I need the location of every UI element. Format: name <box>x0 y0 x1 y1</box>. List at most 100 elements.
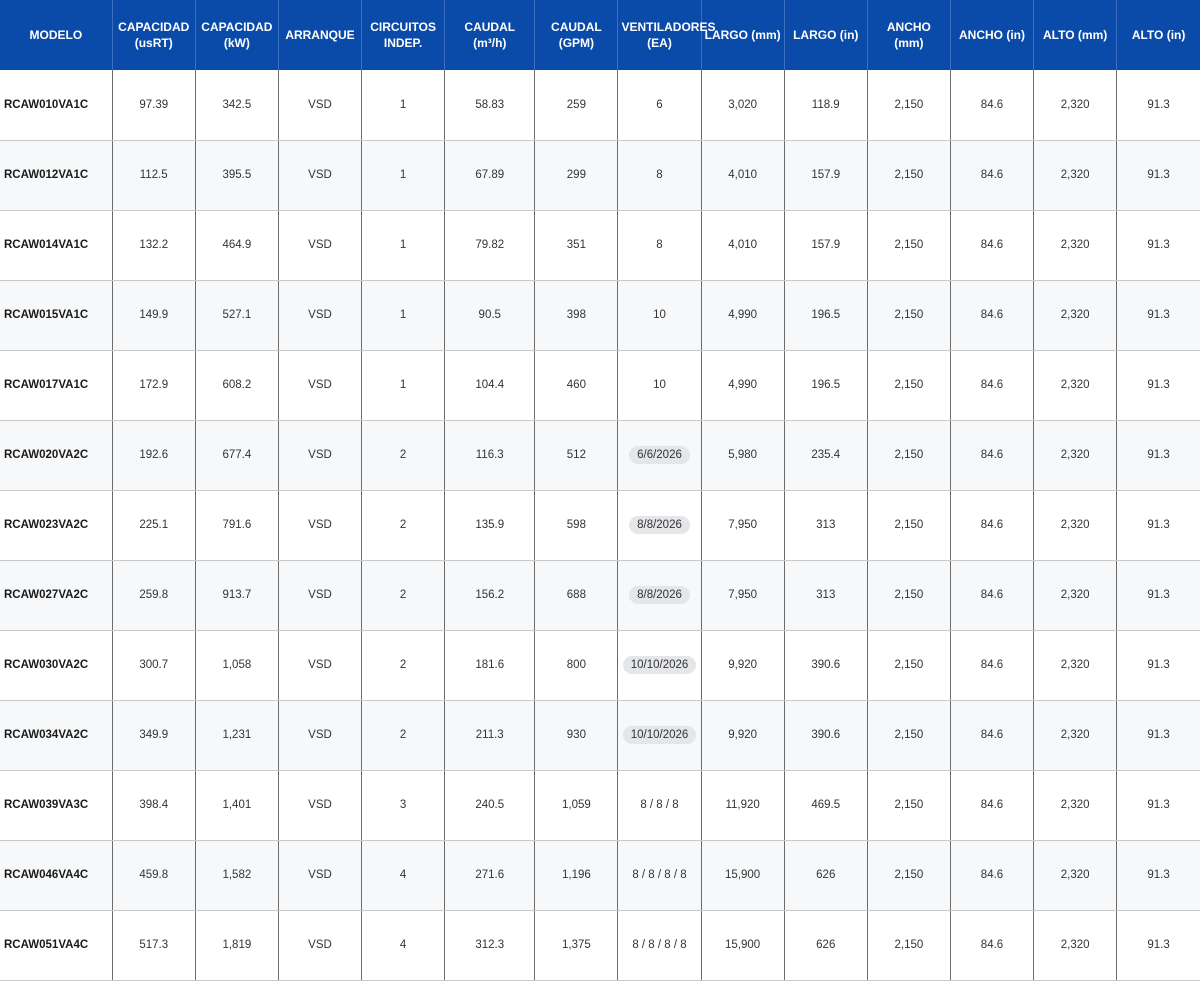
cell-largo-in: 313 <box>784 490 868 561</box>
cell-ventiladores: 6 <box>617 70 702 141</box>
cell-arranque: VSD <box>278 140 363 211</box>
cell-alto-in: 91.3 <box>1116 70 1200 141</box>
cell-ancho-mm: 2,150 <box>867 420 951 491</box>
cell-ventiladores: 8 / 8 / 8 / 8 <box>617 910 702 981</box>
cell-caudal-m3h: 58.83 <box>444 70 536 141</box>
cell-largo-in: 626 <box>784 840 868 911</box>
cell-ancho-in: 84.6 <box>950 70 1035 141</box>
header-ancho-mm: ANCHO (mm) <box>867 0 951 70</box>
cell-ancho-mm: 2,150 <box>867 490 951 561</box>
cell-capacidad-usrt: 259.8 <box>112 560 196 631</box>
cell-arranque: VSD <box>278 70 363 141</box>
ventiladores-badge: 8/8/2026 <box>629 586 690 604</box>
cell-ventiladores: 8 / 8 / 8 <box>617 770 702 841</box>
cell-alto-mm: 2,320 <box>1033 490 1118 561</box>
cell-capacidad-usrt: 132.2 <box>112 210 196 281</box>
cell-arranque: VSD <box>278 210 363 281</box>
cell-ventiladores: 8/8/2026 <box>617 490 702 561</box>
cell-alto-in: 91.3 <box>1116 350 1200 421</box>
cell-ventiladores: 8 <box>617 210 702 281</box>
header-row: MODELO CAPACIDAD (usRT) CAPACIDAD (kW) A… <box>0 0 1200 70</box>
cell-alto-mm: 2,320 <box>1033 280 1118 351</box>
cell-alto-mm: 2,320 <box>1033 140 1118 211</box>
cell-caudal-gpm: 1,196 <box>534 840 619 911</box>
cell-caudal-gpm: 460 <box>534 350 619 421</box>
cell-modelo: RCAW015VA1C <box>0 280 113 351</box>
cell-caudal-m3h: 271.6 <box>444 840 536 911</box>
cell-ancho-in: 84.6 <box>950 280 1035 351</box>
cell-ancho-in: 84.6 <box>950 420 1035 491</box>
header-caudal-gpm: CAUDAL (GPM) <box>534 0 619 70</box>
cell-capacidad-kw: 1,582 <box>195 840 279 911</box>
cell-capacidad-usrt: 398.4 <box>112 770 196 841</box>
cell-ventiladores: 10/10/2026 <box>617 630 702 701</box>
cell-largo-in: 469.5 <box>784 770 868 841</box>
cell-largo-mm: 7,950 <box>701 560 785 631</box>
cell-ancho-in: 84.6 <box>950 770 1035 841</box>
cell-ancho-mm: 2,150 <box>867 560 951 631</box>
cell-modelo: RCAW051VA4C <box>0 910 113 981</box>
cell-ventiladores: 10/10/2026 <box>617 700 702 771</box>
cell-arranque: VSD <box>278 840 363 911</box>
cell-ventiladores: 6/6/2026 <box>617 420 702 491</box>
cell-arranque: VSD <box>278 280 363 351</box>
cell-alto-in: 91.3 <box>1116 700 1200 771</box>
cell-ancho-mm: 2,150 <box>867 700 951 771</box>
header-caudal-m3h: CAUDAL (m³/h) <box>444 0 536 70</box>
cell-alto-mm: 2,320 <box>1033 70 1118 141</box>
cell-capacidad-usrt: 149.9 <box>112 280 196 351</box>
cell-caudal-m3h: 67.89 <box>444 140 536 211</box>
cell-circuitos: 2 <box>361 630 446 701</box>
cell-capacidad-kw: 342.5 <box>195 70 279 141</box>
table-row: RCAW039VA3C 398.4 1,401 VSD 3 240.5 1,059 8 / 8… <box>0 770 1200 841</box>
cell-caudal-gpm: 512 <box>534 420 619 491</box>
cell-modelo: RCAW030VA2C <box>0 630 113 701</box>
table-row: RCAW046VA4C 459.8 1,582 VSD 4 271.6 1,196 8 / 8… <box>0 840 1200 911</box>
cell-circuitos: 1 <box>361 350 446 421</box>
cell-arranque: VSD <box>278 770 363 841</box>
cell-circuitos: 4 <box>361 910 446 981</box>
cell-caudal-m3h: 211.3 <box>444 700 536 771</box>
cell-caudal-gpm: 688 <box>534 560 619 631</box>
cell-caudal-gpm: 930 <box>534 700 619 771</box>
ventiladores-badge: 6/6/2026 <box>629 446 690 464</box>
cell-ancho-mm: 2,150 <box>867 210 951 281</box>
cell-ancho-mm: 2,150 <box>867 280 951 351</box>
cell-ancho-in: 84.6 <box>950 210 1035 281</box>
cell-alto-in: 91.3 <box>1116 840 1200 911</box>
cell-circuitos: 1 <box>361 280 446 351</box>
cell-largo-mm: 4,010 <box>701 210 785 281</box>
cell-capacidad-kw: 1,231 <box>195 700 279 771</box>
ventiladores-badge: 10/10/2026 <box>622 656 697 674</box>
cell-capacidad-usrt: 97.39 <box>112 70 196 141</box>
cell-capacidad-usrt: 300.7 <box>112 630 196 701</box>
cell-caudal-gpm: 1,375 <box>534 910 619 981</box>
cell-alto-in: 91.3 <box>1116 560 1200 631</box>
ventiladores-badge: 10/10/2026 <box>622 726 697 744</box>
cell-largo-in: 313 <box>784 560 868 631</box>
cell-circuitos: 1 <box>361 70 446 141</box>
cell-capacidad-kw: 527.1 <box>195 280 279 351</box>
cell-capacidad-kw: 677.4 <box>195 420 279 491</box>
cell-capacidad-usrt: 192.6 <box>112 420 196 491</box>
cell-capacidad-kw: 464.9 <box>195 210 279 281</box>
cell-alto-mm: 2,320 <box>1033 700 1118 771</box>
cell-caudal-m3h: 79.82 <box>444 210 536 281</box>
cell-capacidad-kw: 913.7 <box>195 560 279 631</box>
cell-caudal-m3h: 240.5 <box>444 770 536 841</box>
cell-capacidad-kw: 1,401 <box>195 770 279 841</box>
cell-ancho-mm: 2,150 <box>867 630 951 701</box>
header-largo-in: LARGO (in) <box>784 0 868 70</box>
cell-alto-mm: 2,320 <box>1033 840 1118 911</box>
cell-arranque: VSD <box>278 350 363 421</box>
cell-capacidad-kw: 395.5 <box>195 140 279 211</box>
cell-largo-mm: 15,900 <box>701 910 785 981</box>
cell-caudal-gpm: 800 <box>534 630 619 701</box>
cell-largo-in: 390.6 <box>784 630 868 701</box>
cell-largo-mm: 4,990 <box>701 350 785 421</box>
table-row: RCAW051VA4C 517.3 1,819 VSD 4 312.3 1,375 8 / 8… <box>0 910 1200 981</box>
cell-modelo: RCAW014VA1C <box>0 210 113 281</box>
cell-largo-in: 157.9 <box>784 210 868 281</box>
table-body: RCAW010VA1C 97.39 342.5 VSD 1 58.83 259 6 3,020 1… <box>0 70 1200 981</box>
cell-alto-mm: 2,320 <box>1033 910 1118 981</box>
